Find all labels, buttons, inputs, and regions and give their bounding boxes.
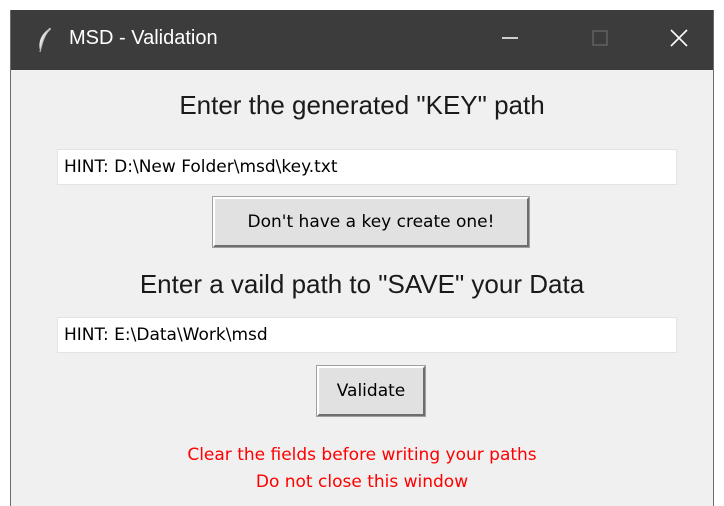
warning-clear-fields: Clear the fields before writing your pat…: [187, 445, 537, 465]
maximize-button[interactable]: [555, 10, 645, 70]
key-path-input[interactable]: [57, 149, 677, 185]
title-bar[interactable]: MSD - Validation: [11, 10, 713, 70]
save-path-heading: Enter a vaild path to "SAVE" your Data: [139, 269, 585, 299]
key-path-heading: Enter the generated "KEY" path: [179, 90, 545, 120]
maximize-icon: [590, 28, 610, 53]
close-icon: [668, 27, 690, 54]
validate-button[interactable]: Validate: [316, 365, 426, 417]
feather-icon: [35, 26, 55, 54]
save-path-input[interactable]: [57, 317, 677, 353]
create-key-button[interactable]: Don't have a key create one!: [212, 196, 530, 248]
warning-do-not-close: Do not close this window: [255, 472, 469, 492]
close-button[interactable]: [645, 10, 713, 70]
minimize-button[interactable]: [465, 10, 555, 70]
app-window: MSD - Validation Enter the generated "KE…: [10, 10, 714, 506]
minimize-icon: [500, 28, 520, 53]
window-title: MSD - Validation: [69, 27, 218, 49]
